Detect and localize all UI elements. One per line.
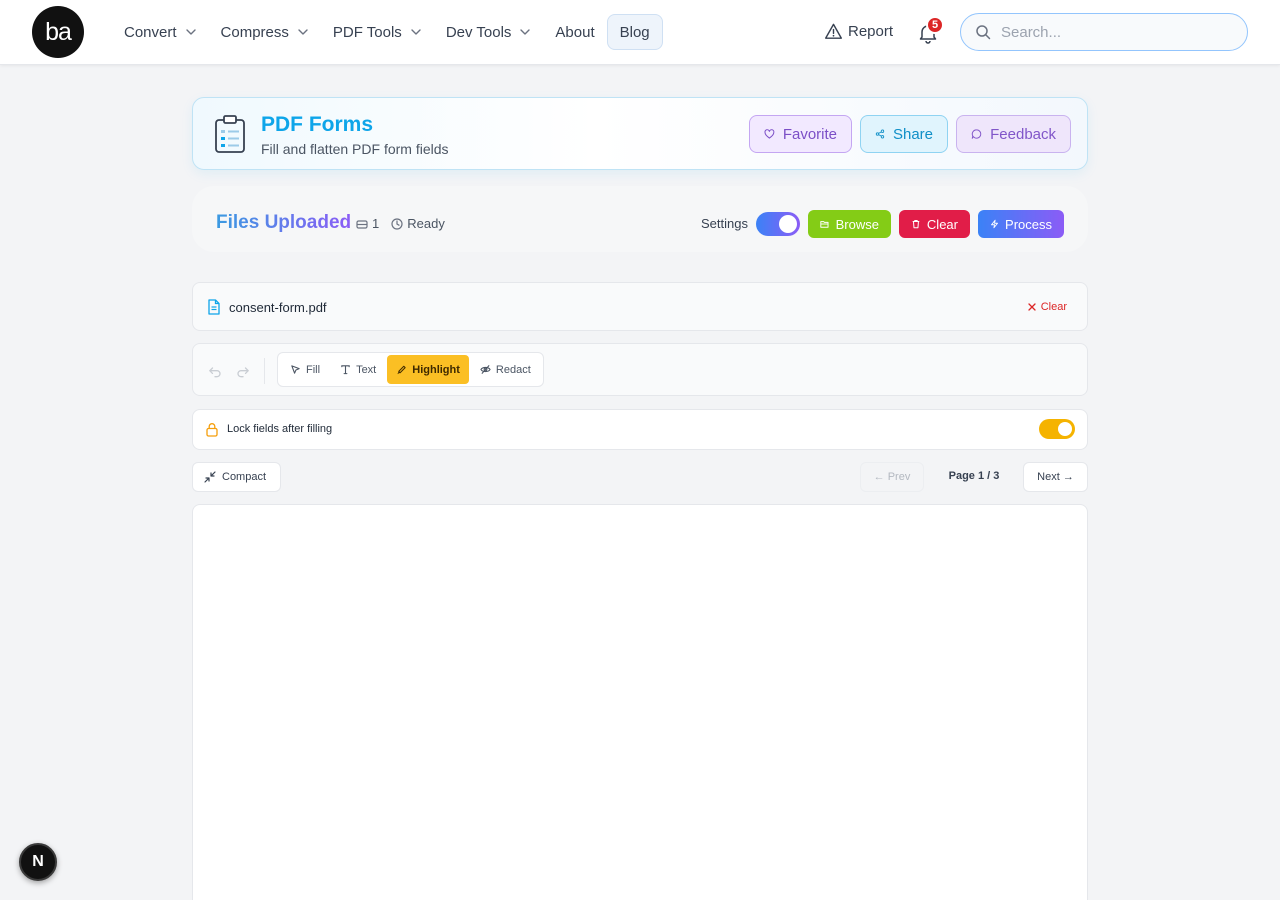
tool-group: Fill Text Highlight Redact	[277, 352, 544, 387]
feedback-label: Feedback	[990, 125, 1056, 143]
minimize-icon	[204, 471, 216, 483]
prev-page-button[interactable]: ← Prev	[860, 462, 924, 492]
toggle-knob	[779, 215, 797, 233]
text-icon	[341, 365, 350, 375]
clear-file-label: Clear	[1040, 301, 1067, 313]
nav-blog[interactable]: Blog	[606, 14, 663, 50]
chevron-down-icon	[298, 29, 308, 35]
files-meta: 1 Ready	[356, 216, 445, 231]
nav-compress-label: Compress	[220, 23, 289, 41]
compact-button[interactable]: Compact	[192, 462, 281, 492]
top-navigation-bar: ba Convert Compress PDF Tools Dev Tools …	[0, 0, 1280, 65]
lock-fields-toggle[interactable]	[1039, 419, 1075, 439]
tool-redact[interactable]: Redact	[471, 355, 540, 384]
next-page-button[interactable]: Next →	[1023, 462, 1088, 492]
favorite-button[interactable]: Favorite	[749, 115, 852, 153]
eye-off-icon	[480, 365, 491, 374]
tool-highlight-label: Highlight	[412, 363, 460, 376]
feedback-button[interactable]: Feedback	[956, 115, 1071, 153]
page-indicator: Page 1 / 3	[948, 470, 1000, 482]
nav-blog-label: Blog	[619, 23, 650, 41]
chevron-down-icon	[185, 29, 196, 35]
undo-icon[interactable]	[208, 364, 222, 378]
warning-icon	[824, 23, 843, 39]
nav-compress[interactable]: Compress	[209, 14, 321, 50]
file-count-value: 1	[372, 216, 380, 231]
trash-icon	[912, 220, 920, 229]
tool-text-label: Text	[356, 363, 377, 376]
compact-label: Compact	[222, 471, 267, 483]
search-input[interactable]	[1001, 23, 1221, 41]
tool-fill[interactable]: Fill	[281, 355, 329, 384]
page-title: PDF Forms	[261, 113, 374, 136]
process-button[interactable]: Process	[978, 210, 1064, 238]
toggle-knob	[1058, 422, 1072, 436]
nav-about[interactable]: About	[543, 14, 606, 50]
settings-toggle[interactable]	[756, 212, 800, 236]
site-logo[interactable]: ba	[32, 6, 84, 58]
heart-icon	[764, 129, 775, 139]
clock-icon	[391, 217, 403, 230]
nav-pdf-tools-label: PDF Tools	[332, 23, 402, 41]
favorite-label: Favorite	[782, 125, 837, 143]
search-icon	[976, 25, 991, 40]
share-icon	[875, 129, 885, 139]
file-name: consent-form.pdf	[229, 300, 327, 315]
nav-pdf-tools[interactable]: PDF Tools	[321, 14, 434, 50]
notification-badge: 5	[926, 16, 944, 34]
status-indicator: Ready	[391, 216, 445, 231]
chevron-down-icon	[520, 29, 531, 35]
settings-label: Settings	[701, 216, 748, 231]
nav-convert[interactable]: Convert	[112, 14, 209, 50]
files-uploaded-title: Files Uploaded	[216, 212, 352, 233]
process-label: Process	[1005, 216, 1052, 232]
message-circle-icon	[971, 129, 982, 139]
tool-text[interactable]: Text	[331, 355, 385, 384]
browse-button[interactable]: Browse	[808, 210, 891, 238]
share-label: Share	[892, 125, 933, 143]
page-subtitle: Fill and flatten PDF form fields	[261, 141, 449, 157]
browse-label: Browse	[835, 216, 879, 232]
close-icon	[1028, 303, 1036, 311]
lock-fields-label: Lock fields after filling	[227, 423, 333, 435]
file-item: consent-form.pdf Clear	[192, 282, 1088, 331]
nextjs-dev-indicator[interactable]: N	[19, 843, 57, 881]
annotation-toolbar: Fill Text Highlight Redact	[192, 343, 1088, 396]
clear-all-button[interactable]: Clear	[899, 210, 970, 238]
clear-file-button[interactable]: Clear	[1027, 301, 1067, 313]
redo-icon[interactable]	[236, 364, 250, 378]
stack-icon	[356, 219, 368, 229]
nav-convert-label: Convert	[124, 23, 177, 41]
tool-fill-label: Fill	[306, 363, 321, 376]
folder-open-icon	[820, 221, 829, 228]
main-nav: Convert Compress PDF Tools Dev Tools Abo…	[112, 14, 663, 50]
report-button[interactable]: Report	[824, 22, 893, 41]
pdf-page-canvas[interactable]	[192, 504, 1088, 900]
lock-icon	[206, 423, 218, 437]
file-text-icon	[208, 299, 220, 315]
highlighter-icon	[397, 365, 406, 375]
files-uploaded-bar: Files Uploaded 1 Ready Settings Browse C…	[192, 186, 1088, 252]
zap-icon	[991, 219, 998, 229]
toolbar-divider	[264, 358, 265, 384]
chevron-down-icon	[411, 29, 421, 35]
status-text: Ready	[407, 216, 445, 231]
pointer-icon	[291, 365, 300, 374]
share-button[interactable]: Share	[860, 115, 948, 153]
nav-dev-tools-label: Dev Tools	[445, 23, 512, 41]
clipboard-list-icon	[215, 115, 245, 153]
tool-header-card: PDF Forms Fill and flatten PDF form fiel…	[192, 97, 1088, 170]
tool-title-block: PDF Forms Fill and flatten PDF form fiel…	[261, 112, 449, 157]
search-box	[960, 13, 1248, 51]
tool-redact-label: Redact	[495, 363, 531, 376]
lock-fields-row: Lock fields after filling	[192, 409, 1088, 450]
report-label: Report	[848, 23, 894, 40]
file-count: 1	[356, 216, 379, 231]
tool-highlight[interactable]: Highlight	[387, 355, 469, 384]
nav-dev-tools[interactable]: Dev Tools	[434, 14, 544, 50]
clear-all-label: Clear	[926, 216, 958, 232]
nav-about-label: About	[555, 23, 595, 41]
